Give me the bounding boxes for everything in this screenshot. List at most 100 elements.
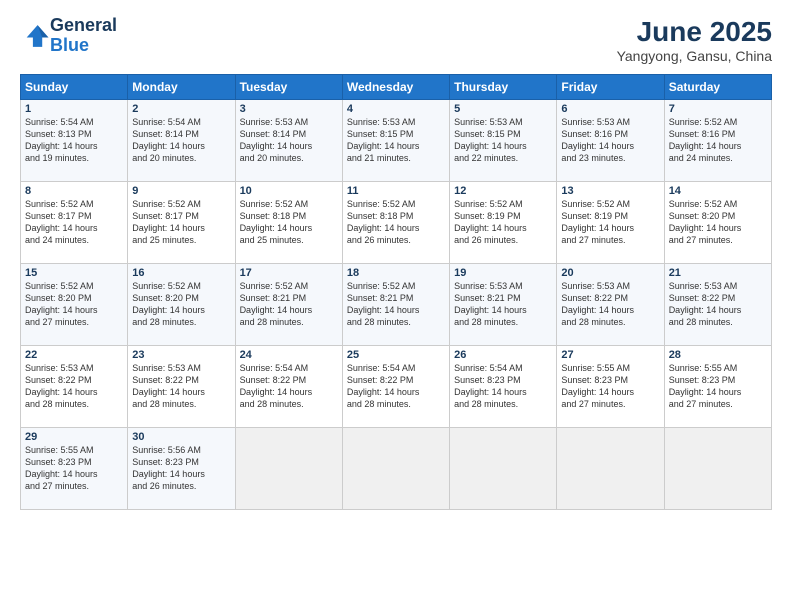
- day-number: 1: [25, 103, 123, 115]
- calendar-cell: [235, 428, 342, 510]
- day-number: 19: [454, 267, 552, 279]
- cell-info: Sunrise: 5:55 AM Sunset: 8:23 PM Dayligh…: [561, 362, 659, 411]
- cell-info: Sunrise: 5:55 AM Sunset: 8:23 PM Dayligh…: [669, 362, 767, 411]
- cell-info: Sunrise: 5:53 AM Sunset: 8:15 PM Dayligh…: [454, 116, 552, 165]
- cell-info: Sunrise: 5:52 AM Sunset: 8:18 PM Dayligh…: [347, 198, 445, 247]
- calendar-cell: 1Sunrise: 5:54 AM Sunset: 8:13 PM Daylig…: [21, 100, 128, 182]
- cell-info: Sunrise: 5:53 AM Sunset: 8:22 PM Dayligh…: [132, 362, 230, 411]
- title-block: June 2025 Yangyong, Gansu, China: [617, 16, 772, 64]
- calendar-cell: 16Sunrise: 5:52 AM Sunset: 8:20 PM Dayli…: [128, 264, 235, 346]
- calendar-cell: 18Sunrise: 5:52 AM Sunset: 8:21 PM Dayli…: [342, 264, 449, 346]
- logo-general: General: [50, 16, 117, 36]
- calendar-cell: 8Sunrise: 5:52 AM Sunset: 8:17 PM Daylig…: [21, 182, 128, 264]
- day-header-wednesday: Wednesday: [342, 75, 449, 100]
- day-header-monday: Monday: [128, 75, 235, 100]
- day-number: 18: [347, 267, 445, 279]
- calendar-cell: 3Sunrise: 5:53 AM Sunset: 8:14 PM Daylig…: [235, 100, 342, 182]
- logo-blue: Blue: [50, 36, 117, 56]
- cell-info: Sunrise: 5:53 AM Sunset: 8:14 PM Dayligh…: [240, 116, 338, 165]
- cell-info: Sunrise: 5:54 AM Sunset: 8:22 PM Dayligh…: [347, 362, 445, 411]
- calendar-cell: 27Sunrise: 5:55 AM Sunset: 8:23 PM Dayli…: [557, 346, 664, 428]
- cell-info: Sunrise: 5:52 AM Sunset: 8:20 PM Dayligh…: [25, 280, 123, 329]
- page: General Blue June 2025 Yangyong, Gansu, …: [0, 0, 792, 612]
- calendar-cell: 20Sunrise: 5:53 AM Sunset: 8:22 PM Dayli…: [557, 264, 664, 346]
- cell-info: Sunrise: 5:55 AM Sunset: 8:23 PM Dayligh…: [25, 444, 123, 493]
- day-number: 17: [240, 267, 338, 279]
- cell-info: Sunrise: 5:53 AM Sunset: 8:22 PM Dayligh…: [561, 280, 659, 329]
- day-number: 10: [240, 185, 338, 197]
- calendar-cell: [342, 428, 449, 510]
- calendar-cell: 24Sunrise: 5:54 AM Sunset: 8:22 PM Dayli…: [235, 346, 342, 428]
- day-number: 24: [240, 349, 338, 361]
- day-number: 23: [132, 349, 230, 361]
- day-number: 21: [669, 267, 767, 279]
- calendar-header: SundayMondayTuesdayWednesdayThursdayFrid…: [21, 75, 772, 100]
- day-number: 5: [454, 103, 552, 115]
- day-number: 28: [669, 349, 767, 361]
- day-number: 26: [454, 349, 552, 361]
- cell-info: Sunrise: 5:54 AM Sunset: 8:13 PM Dayligh…: [25, 116, 123, 165]
- header: General Blue June 2025 Yangyong, Gansu, …: [20, 16, 772, 64]
- day-number: 16: [132, 267, 230, 279]
- calendar-cell: 25Sunrise: 5:54 AM Sunset: 8:22 PM Dayli…: [342, 346, 449, 428]
- day-number: 22: [25, 349, 123, 361]
- day-number: 8: [25, 185, 123, 197]
- day-number: 29: [25, 431, 123, 443]
- calendar-cell: 2Sunrise: 5:54 AM Sunset: 8:14 PM Daylig…: [128, 100, 235, 182]
- day-header-sunday: Sunday: [21, 75, 128, 100]
- day-header-thursday: Thursday: [450, 75, 557, 100]
- calendar-cell: 26Sunrise: 5:54 AM Sunset: 8:23 PM Dayli…: [450, 346, 557, 428]
- cell-info: Sunrise: 5:52 AM Sunset: 8:19 PM Dayligh…: [454, 198, 552, 247]
- day-number: 7: [669, 103, 767, 115]
- cell-info: Sunrise: 5:52 AM Sunset: 8:21 PM Dayligh…: [240, 280, 338, 329]
- cell-info: Sunrise: 5:54 AM Sunset: 8:14 PM Dayligh…: [132, 116, 230, 165]
- month-title: June 2025: [617, 16, 772, 48]
- cell-info: Sunrise: 5:53 AM Sunset: 8:15 PM Dayligh…: [347, 116, 445, 165]
- cell-info: Sunrise: 5:52 AM Sunset: 8:19 PM Dayligh…: [561, 198, 659, 247]
- cell-info: Sunrise: 5:54 AM Sunset: 8:22 PM Dayligh…: [240, 362, 338, 411]
- location: Yangyong, Gansu, China: [617, 48, 772, 64]
- calendar-cell: 12Sunrise: 5:52 AM Sunset: 8:19 PM Dayli…: [450, 182, 557, 264]
- day-header-saturday: Saturday: [664, 75, 771, 100]
- cell-info: Sunrise: 5:52 AM Sunset: 8:20 PM Dayligh…: [132, 280, 230, 329]
- cell-info: Sunrise: 5:53 AM Sunset: 8:22 PM Dayligh…: [25, 362, 123, 411]
- cell-info: Sunrise: 5:52 AM Sunset: 8:17 PM Dayligh…: [132, 198, 230, 247]
- calendar-cell: 10Sunrise: 5:52 AM Sunset: 8:18 PM Dayli…: [235, 182, 342, 264]
- calendar-cell: 23Sunrise: 5:53 AM Sunset: 8:22 PM Dayli…: [128, 346, 235, 428]
- calendar: SundayMondayTuesdayWednesdayThursdayFrid…: [20, 74, 772, 510]
- day-number: 6: [561, 103, 659, 115]
- day-header-friday: Friday: [557, 75, 664, 100]
- calendar-cell: 30Sunrise: 5:56 AM Sunset: 8:23 PM Dayli…: [128, 428, 235, 510]
- day-number: 14: [669, 185, 767, 197]
- calendar-cell: 14Sunrise: 5:52 AM Sunset: 8:20 PM Dayli…: [664, 182, 771, 264]
- logo: General Blue: [20, 16, 117, 56]
- cell-info: Sunrise: 5:52 AM Sunset: 8:16 PM Dayligh…: [669, 116, 767, 165]
- calendar-cell: 19Sunrise: 5:53 AM Sunset: 8:21 PM Dayli…: [450, 264, 557, 346]
- calendar-cell: [557, 428, 664, 510]
- day-number: 11: [347, 185, 445, 197]
- calendar-cell: 28Sunrise: 5:55 AM Sunset: 8:23 PM Dayli…: [664, 346, 771, 428]
- calendar-cell: [664, 428, 771, 510]
- calendar-cell: 6Sunrise: 5:53 AM Sunset: 8:16 PM Daylig…: [557, 100, 664, 182]
- day-header-tuesday: Tuesday: [235, 75, 342, 100]
- calendar-cell: 15Sunrise: 5:52 AM Sunset: 8:20 PM Dayli…: [21, 264, 128, 346]
- cell-info: Sunrise: 5:56 AM Sunset: 8:23 PM Dayligh…: [132, 444, 230, 493]
- calendar-cell: 4Sunrise: 5:53 AM Sunset: 8:15 PM Daylig…: [342, 100, 449, 182]
- calendar-cell: 21Sunrise: 5:53 AM Sunset: 8:22 PM Dayli…: [664, 264, 771, 346]
- cell-info: Sunrise: 5:52 AM Sunset: 8:17 PM Dayligh…: [25, 198, 123, 247]
- day-number: 25: [347, 349, 445, 361]
- calendar-cell: 22Sunrise: 5:53 AM Sunset: 8:22 PM Dayli…: [21, 346, 128, 428]
- cell-info: Sunrise: 5:53 AM Sunset: 8:16 PM Dayligh…: [561, 116, 659, 165]
- cell-info: Sunrise: 5:52 AM Sunset: 8:18 PM Dayligh…: [240, 198, 338, 247]
- day-number: 12: [454, 185, 552, 197]
- logo-icon: [22, 22, 50, 50]
- calendar-cell: 13Sunrise: 5:52 AM Sunset: 8:19 PM Dayli…: [557, 182, 664, 264]
- day-number: 27: [561, 349, 659, 361]
- day-number: 15: [25, 267, 123, 279]
- cell-info: Sunrise: 5:53 AM Sunset: 8:21 PM Dayligh…: [454, 280, 552, 329]
- day-number: 2: [132, 103, 230, 115]
- day-number: 13: [561, 185, 659, 197]
- day-number: 30: [132, 431, 230, 443]
- day-number: 3: [240, 103, 338, 115]
- calendar-cell: 7Sunrise: 5:52 AM Sunset: 8:16 PM Daylig…: [664, 100, 771, 182]
